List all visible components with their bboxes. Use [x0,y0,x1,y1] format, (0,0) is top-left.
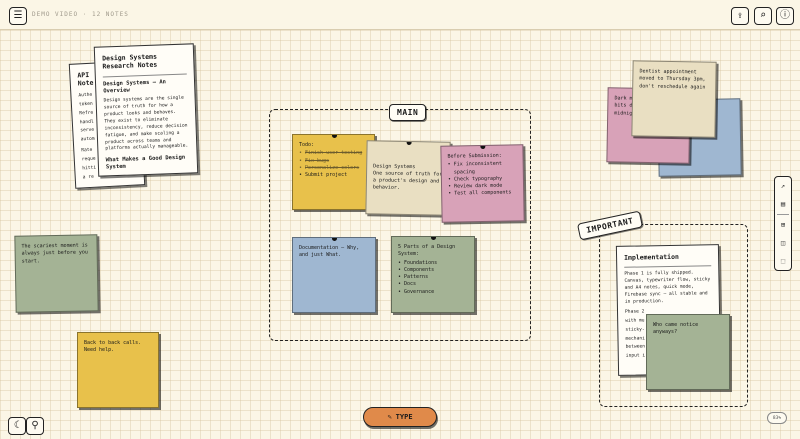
sticky-note-before-submission[interactable]: Before Submission: Fix inconsistent spac… [440,144,525,223]
arrow-icon: ↗ [780,182,786,190]
note-text: Who came notice anyways? [653,322,699,336]
note-tool-button[interactable]: ▤ [776,197,790,211]
pin-icon [331,135,337,138]
sticky-note-who-came[interactable]: Who came notice anyways? [646,314,730,390]
grid-tool-button[interactable]: ⊞ [776,218,790,232]
pin-icon [332,238,337,241]
sticky-note-design-systems[interactable]: Design Systems One source of truth for a… [365,140,451,216]
zoom-indicator[interactable]: 83% [767,412,787,424]
paper-body: Design systems are the single source of … [103,95,189,152]
paper-subheading: What Makes a Good Design System [105,154,186,171]
todo-item[interactable]: Personalize colors [299,165,368,173]
info-button[interactable]: ⓘ [776,7,794,25]
sticky-note-dentist[interactable]: Dentist appointment moved to Thursday 3p… [631,60,717,138]
checklist-item[interactable]: Test all components [448,190,517,198]
theme-toggle-button[interactable]: ☾ [8,417,26,435]
note-text: Dentist appointment moved to Thursday 3p… [639,68,706,91]
search-icon: ⌕ [759,10,767,21]
todo-item[interactable]: Submit project [299,172,368,180]
split-tool-button[interactable]: ◫ [776,236,790,250]
note-text: Documentation — Why, and just What. [299,245,360,259]
note-text: Back to back calls. Need help. [84,340,142,354]
top-bar: ☰ DEMO VIDEO · 12 NOTES ⇪ ⌕ ⓘ [0,0,800,30]
share-button[interactable]: ⇪ [731,7,749,25]
divider [624,265,712,269]
pencil-icon: ✎ [387,413,392,421]
grid-icon: ⊞ [780,221,786,229]
menu-button[interactable]: ☰ [9,7,27,25]
pin-icon [479,144,485,150]
pin-tool-button[interactable]: ⚲ [26,417,44,435]
arrow-tool-button[interactable]: ↗ [776,179,790,193]
note-title: Before Submission: [447,152,502,160]
checklist-item[interactable]: Fix inconsistent spacing [448,161,517,177]
board-title: DEMO VIDEO · 12 NOTES [32,11,129,18]
paper-title: Implementation [624,252,679,262]
paper-design-systems[interactable]: Design Systems Research Notes Design Sys… [93,43,199,177]
frame-tool-button[interactable]: ⬚ [776,254,790,268]
pin-icon: ⚲ [31,420,39,431]
sticky-note-five-parts[interactable]: 5 Parts of a Design System: Foundations … [391,236,475,313]
todo-item[interactable]: Finish user testing [299,150,368,158]
list-item: Foundations [398,260,468,268]
list-item: Components [398,267,468,275]
note-text: Design Systems One source of truth for a… [372,162,443,192]
type-button[interactable]: ✎ TYPE [363,407,437,427]
list-item: Governance [398,289,468,297]
paper-body: Phase 1 is fully shipped. Canvas, typewr… [624,270,711,305]
share-icon: ⇪ [736,10,744,21]
paper-heading: Design Systems — An Overview [102,79,167,95]
search-button[interactable]: ⌕ [754,7,772,25]
note-title: 5 Parts of a Design System: [398,244,456,258]
moon-icon: ☾ [13,420,21,431]
note-title: Todo: [299,142,315,148]
hamburger-icon: ☰ [13,10,23,21]
sticky-note-documentation[interactable]: Documentation — Why, and just What. [292,237,376,313]
note-text: The scariest moment is always just befor… [21,242,88,265]
list-item: Docs [398,281,468,289]
sticky-note-scariest[interactable]: The scariest moment is always just befor… [14,234,99,313]
paper-title: Design Systems Research Notes [102,52,158,71]
frame-icon: ⬚ [780,257,786,265]
right-toolbar: ↗ ▤ ⊞ ◫ ⬚ [774,176,792,271]
note-icon: ▤ [780,200,786,208]
split-icon: ◫ [780,239,786,247]
group-label-main[interactable]: MAIN [389,104,427,121]
pin-icon [406,140,412,146]
pin-icon [431,237,436,240]
sticky-note-back-to-back[interactable]: Back to back calls. Need help. [77,332,159,408]
type-button-label: TYPE [395,413,413,421]
info-icon: ⓘ [780,10,790,21]
toolbar-divider [777,214,789,215]
todo-item[interactable]: Fix bugs [299,158,368,166]
sticky-note-todo[interactable]: Todo: Finish user testing Fix bugs Perso… [292,134,375,210]
list-item: Patterns [398,274,468,282]
divider [102,73,187,78]
